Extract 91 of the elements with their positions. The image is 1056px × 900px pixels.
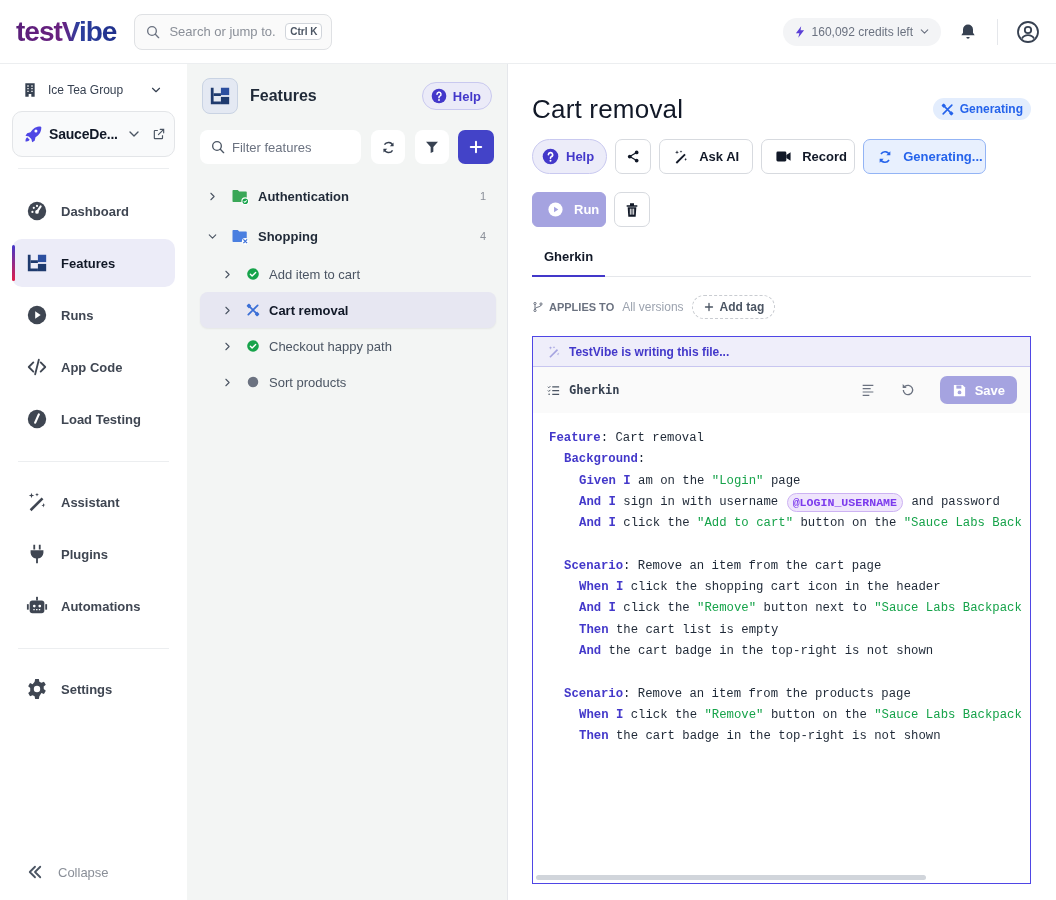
rocket-icon [23,124,43,144]
file-label: Gherkin [569,383,621,397]
nav-item[interactable]: Assistant [12,478,175,526]
tree-item[interactable]: Sort products [200,364,496,400]
status-dot-icon [246,375,260,389]
check-circle-icon [246,339,260,353]
tab[interactable]: Gherkin [532,249,606,277]
folder-tools-icon [231,227,249,245]
code-line: Feature: Cart removal [549,430,705,447]
add-button[interactable] [458,130,494,164]
code-line: And the cart badge in the top-right is not shown [579,642,935,660]
nav-item[interactable]: Settings [12,665,175,713]
nav-item[interactable]: Dashboard [12,187,175,235]
folder-name: Shopping [258,228,319,244]
search-icon [145,23,162,40]
code-line: When I click the shopping cart icon in the header [579,579,942,597]
applies-to-value: All versions [622,300,684,314]
nav-item[interactable]: Automations [12,582,175,630]
save-icon [951,382,967,398]
double-chevron-left-icon [26,863,44,881]
code-line: Scenario: Remove an item from the cart page [564,557,883,575]
tree-item[interactable]: Add item to cart [200,256,496,292]
share-button[interactable] [615,139,652,174]
writing-banner: TestVibe is writing this file... [533,337,1030,367]
nav-item[interactable]: App Code [12,343,175,391]
add-tag-button[interactable]: Add tag [691,295,776,319]
tree-item[interactable]: Cart removal [200,292,496,328]
tree-folder[interactable]: Shopping 4 [200,216,496,256]
panel-title: Features [250,87,318,105]
plus-icon [467,138,485,156]
organization-selector[interactable]: Ice Tea Group [12,78,175,102]
item-count: 1 [479,190,486,202]
project-selector[interactable]: SauceDe... [12,111,175,157]
external-link-icon [152,127,166,141]
tree-item[interactable]: Checkout happy path [200,328,496,364]
refresh-button[interactable] [371,130,405,164]
folder-name: Authentication [258,188,350,204]
generating-button[interactable]: Generating... [863,139,987,174]
status-badge: Generating [932,98,1031,120]
feature-name: Add item to cart [269,266,362,282]
help-icon [542,148,559,165]
code-line: Then the cart list is empty [579,621,780,639]
play-icon [547,201,564,218]
plus-icon [702,301,715,313]
speedometer-icon [26,408,48,430]
feature-name: Checkout happy path [269,338,393,354]
code-line: And I click the "Add to cart" button on the "Sauce Labs Back [579,515,1023,533]
page-title: Cart removal [532,93,684,125]
record-button[interactable]: Record [761,139,856,174]
settings-icon [26,678,48,700]
code-line: Then the cart badge in the top-right is not shown [579,728,942,746]
check-circle-icon [246,267,260,281]
nav-item[interactable]: Runs [12,291,175,339]
play-icon [26,304,48,326]
credits-button[interactable]: 160,092 credits left [782,17,941,46]
code-line: When I click the "Remove" button on the "Sauce Labs Backpack [579,706,1023,724]
filter-button[interactable] [415,130,449,164]
tree-folder[interactable]: Authentication 1 [200,176,496,216]
feature-name: Cart removal [269,302,350,318]
folder-check-icon [231,187,249,205]
delete-button[interactable] [614,192,650,227]
ask-ai-button[interactable]: Ask AI [659,139,754,174]
project-name[interactable]: SauceDe... [49,126,120,142]
code-line: And I sign in with username @LOGIN_USERNAME and password [579,491,1030,514]
code-line: And I click the "Remove" button next to "Sauce Labs Backpack [579,600,1023,618]
code-line: Given I am on the "Login" page [579,472,802,490]
share-icon [625,149,641,164]
filter-icon [424,139,440,155]
feature-name: Sort products [269,374,348,390]
branch-icon [532,301,544,313]
code-line: Scenario: Remove an item from the products page [564,685,912,703]
dashboard-icon [26,200,48,222]
search-icon [210,139,226,155]
building-icon [22,82,38,98]
nav-item[interactable]: Plugins [12,530,175,578]
user-icon [1016,19,1040,44]
features-icon [209,85,231,107]
nav-item[interactable]: Load Testing [12,395,175,443]
filter-field[interactable]: Filter features [200,130,361,164]
help-icon [430,88,447,104]
account-button[interactable] [1016,19,1040,44]
code-icon [26,356,48,378]
wand-icon [547,344,561,359]
help-button[interactable]: Help [421,82,492,110]
code-line: Background: [564,451,647,469]
item-count: 4 [479,230,486,242]
features-icon [26,252,48,274]
applies-to-label: APPLIES TO [549,301,615,313]
nav-item[interactable]: Features [12,239,175,287]
help-button[interactable]: Help [532,139,608,174]
trash-icon [624,201,640,218]
